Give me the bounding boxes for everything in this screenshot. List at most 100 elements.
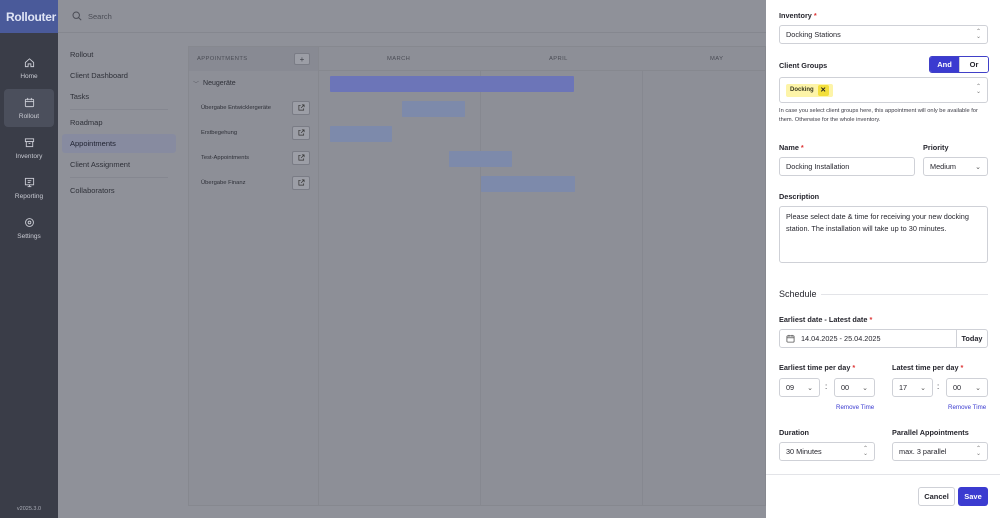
rail-item-home[interactable]: Home — [4, 49, 54, 87]
date-range-label: Earliest date - Latest date * — [779, 315, 873, 324]
subnav-item-tasks[interactable]: Tasks — [62, 87, 176, 106]
gantt-row: Übergabe Finanz — [189, 170, 318, 195]
gantt-bar[interactable] — [449, 151, 512, 167]
row-label: Übergabe Entwicklergeräte — [201, 104, 271, 111]
gantt-header: APPOINTMENTS + MARCH APRIL MAY — [189, 47, 765, 71]
rail-item-label: Home — [20, 72, 38, 80]
subnav-item-client-assignment[interactable]: Client Assignment — [62, 155, 176, 174]
home-icon — [24, 57, 34, 67]
top-search-bar: Search — [58, 0, 766, 33]
chevron-down-icon: ⌄ — [975, 163, 981, 171]
open-external-button[interactable] — [292, 125, 310, 140]
latest-hour-select[interactable]: 17 ⌄ — [892, 378, 933, 397]
name-input[interactable]: Docking Installation — [779, 157, 915, 176]
updown-icon: ⌃ ⌄ — [975, 84, 981, 95]
duration-value: 30 Minutes — [786, 447, 822, 456]
search-input[interactable]: Search — [88, 12, 112, 21]
subnav-item-rollout[interactable]: Rollout — [62, 45, 176, 64]
chip-label: Docking — [790, 87, 814, 93]
add-appointment-button[interactable]: + — [294, 53, 310, 65]
parallel-select[interactable]: max. 3 parallel ⌃ ⌄ — [892, 442, 988, 461]
date-range-input[interactable]: 14.04.2025 - 25.04.2025 — [780, 334, 881, 343]
updown-icon: ⌃ ⌄ — [975, 28, 981, 40]
app-rail: Rollouter Home Rollout Inventory Reporti… — [0, 0, 58, 518]
earliest-hour-select[interactable]: 09 ⌄ — [779, 378, 820, 397]
gantt-bar-group[interactable] — [330, 76, 574, 92]
or-option[interactable]: Or — [959, 57, 988, 72]
updown-icon: ⌃ ⌄ — [862, 445, 868, 457]
calendar-icon — [786, 334, 795, 343]
gantt-header-left: APPOINTMENTS + — [189, 47, 319, 71]
gantt-bar[interactable] — [330, 126, 392, 142]
latest-time-label: Latest time per day * — [892, 363, 964, 372]
footer-divider — [766, 474, 1000, 475]
rail-item-reporting[interactable]: Reporting — [4, 169, 54, 207]
and-option[interactable]: And — [930, 57, 959, 72]
earliest-minute-value: 00 — [841, 383, 850, 392]
row-label: Übergabe Finanz — [201, 179, 246, 186]
and-or-toggle: And Or — [929, 56, 989, 73]
row-label: Test-Appointments — [201, 154, 250, 161]
today-button[interactable]: Today — [956, 330, 987, 347]
open-external-button[interactable] — [292, 100, 310, 115]
chevron-down-icon: ⌄ — [862, 384, 868, 392]
month-label: MARCH — [387, 56, 411, 62]
rail-item-label: Reporting — [14, 192, 44, 200]
box-icon — [24, 137, 34, 147]
gantt-bar[interactable] — [481, 176, 575, 192]
client-groups-label: Client Groups — [779, 61, 828, 70]
save-button[interactable]: Save — [958, 487, 988, 506]
app-version: v2025.3.0 — [16, 506, 42, 512]
time-separator: : — [825, 382, 828, 391]
rail-item-label: Inventory — [15, 152, 43, 160]
inventory-select[interactable]: Docking Stations ⌃ ⌄ — [779, 25, 988, 44]
external-link-icon — [298, 129, 304, 136]
name-label: Name * — [779, 143, 804, 152]
description-textarea[interactable]: Please select date & time for receiving … — [779, 206, 988, 263]
subnav-item-client-dashboard[interactable]: Client Dashboard — [62, 66, 176, 85]
external-link-icon — [298, 179, 304, 186]
latest-minute-value: 00 — [953, 383, 962, 392]
rollout-subnav: Rollout Client Dashboard Tasks Roadmap A… — [58, 33, 180, 518]
gantt-months: MARCH APRIL MAY — [319, 47, 765, 70]
chevron-down-icon: ⌄ — [920, 384, 926, 392]
cancel-button[interactable]: Cancel — [918, 487, 955, 506]
earliest-time-label: Earliest time per day * — [779, 363, 856, 372]
priority-select[interactable]: Medium ⌄ — [923, 157, 988, 176]
earliest-minute-select[interactable]: 00 ⌄ — [834, 378, 875, 397]
gantt-bar[interactable] — [402, 101, 465, 117]
month-label: MAY — [710, 56, 724, 62]
subnav-item-appointments[interactable]: Appointments — [62, 134, 176, 153]
gantt-group-row[interactable]: ﹀ Neugeräte — [189, 71, 318, 95]
search-icon — [72, 11, 82, 21]
rail-item-rollout[interactable]: Rollout — [4, 89, 54, 127]
latest-minute-select[interactable]: 00 ⌄ — [946, 378, 988, 397]
grid-line — [480, 71, 481, 505]
open-external-button[interactable] — [292, 175, 310, 190]
close-icon[interactable]: ✕ — [817, 84, 829, 96]
client-groups-hint: In case you select client groups here, t… — [779, 108, 978, 123]
remove-latest-time-link[interactable]: Remove Time — [948, 404, 986, 411]
subnav-item-collaborators[interactable]: Collaborators — [62, 181, 176, 200]
rail-item-inventory[interactable]: Inventory — [4, 129, 54, 167]
rail-item-label: Settings — [17, 232, 41, 240]
parallel-label: Parallel Appointments — [892, 428, 969, 437]
app-logo[interactable]: Rollouter — [0, 0, 58, 33]
duration-select[interactable]: 30 Minutes ⌃ ⌄ — [779, 442, 875, 461]
chevron-down-icon: ⌄ — [807, 384, 813, 392]
subnav-divider — [70, 177, 168, 178]
open-external-button[interactable] — [292, 150, 310, 165]
time-separator: : — [937, 382, 940, 391]
chevron-down-icon: ⌄ — [975, 384, 981, 392]
subnav-divider — [70, 109, 168, 110]
inventory-value: Docking Stations — [786, 30, 841, 39]
external-link-icon — [298, 154, 304, 161]
remove-earliest-time-link[interactable]: Remove Time — [836, 404, 874, 411]
subnav-item-roadmap[interactable]: Roadmap — [62, 113, 176, 132]
gantt-row-labels: ﹀ Neugeräte Übergabe Entwicklergeräte Er… — [189, 71, 319, 505]
gantt-row: Erstbegehung — [189, 120, 318, 145]
gear-icon — [24, 217, 34, 227]
client-groups-select[interactable]: Docking ✕ ⌃ ⌄ — [779, 77, 988, 103]
earliest-hour-value: 09 — [786, 383, 795, 392]
rail-item-settings[interactable]: Settings — [4, 209, 54, 247]
